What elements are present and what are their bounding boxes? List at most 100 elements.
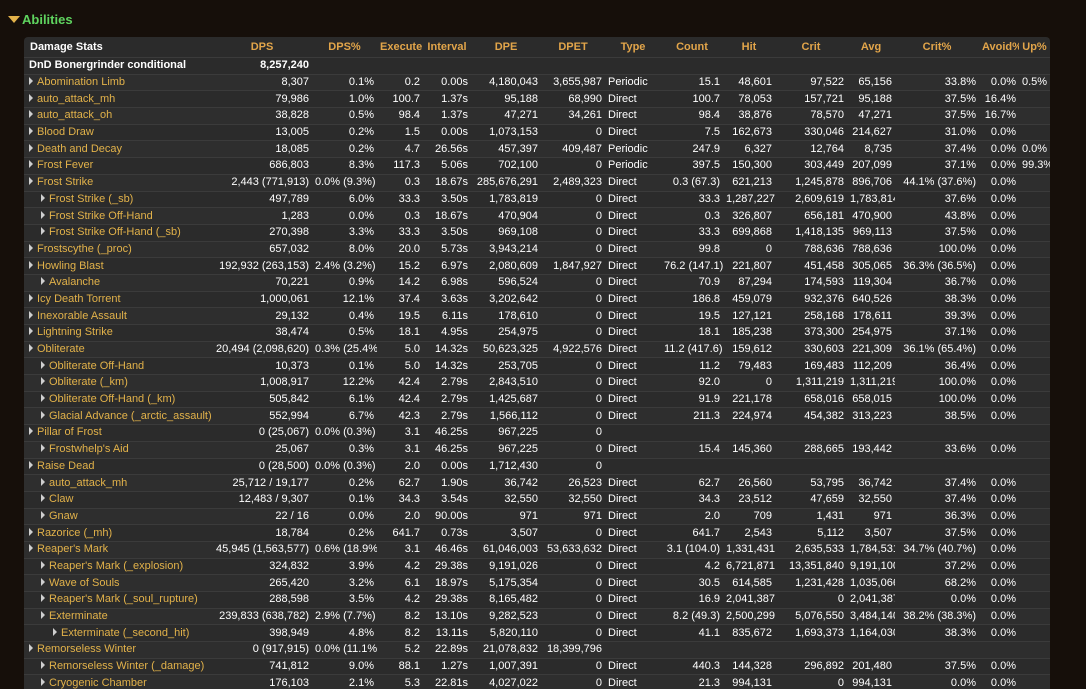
abilities-section-toggle[interactable]: Abilities: [8, 10, 73, 28]
expand-arrow-icon[interactable]: [29, 427, 33, 436]
ability-name-cell[interactable]: Exterminate (_second_hit): [24, 624, 212, 642]
column-header[interactable]: Avg: [847, 37, 895, 58]
ability-name-cell[interactable]: Claw: [24, 490, 212, 509]
table-row[interactable]: Exterminate (_second_hit) 398,949 4.8% 8.2 1…: [24, 624, 1050, 642]
ability-name-cell[interactable]: Frost Strike Off-Hand (_sb): [24, 223, 212, 242]
table-row[interactable]: Raise Dead 0 (28,500) 0.0% (0.3%) 2.0 0.00s 1…: [24, 457, 1050, 475]
ability-name-cell[interactable]: Obliterate: [24, 340, 212, 358]
expand-arrow-icon[interactable]: [41, 494, 45, 503]
table-row[interactable]: Exterminate 239,833 (638,782) 2.9% (7.7%) 8…: [24, 607, 1050, 625]
column-header[interactable]: Interval: [423, 37, 471, 58]
ability-name-cell[interactable]: Glacial Advance (_arctic_assault): [24, 407, 212, 425]
ability-name-cell[interactable]: Obliterate (_km): [24, 374, 212, 392]
expand-arrow-icon[interactable]: [29, 93, 33, 102]
expand-arrow-icon[interactable]: [29, 143, 33, 152]
expand-arrow-icon[interactable]: [29, 344, 33, 353]
table-row[interactable]: Obliterate 20,494 (2,098,620) 0.3% (25.4%)…: [24, 340, 1050, 358]
column-header[interactable]: Up%: [1019, 37, 1050, 58]
table-row[interactable]: Lightning Strike 38,474 0.5% 18.1 4.95s 254,9…: [24, 324, 1050, 342]
expand-arrow-icon[interactable]: [29, 127, 33, 136]
expand-arrow-icon[interactable]: [41, 477, 45, 486]
ability-name-cell[interactable]: auto_attack_mh: [24, 90, 212, 108]
column-header[interactable]: Crit%: [895, 37, 979, 58]
table-row[interactable]: Frost Strike 2,443 (771,913) 0.0% (9.3%) 0.…: [24, 173, 1050, 191]
ability-name-cell[interactable]: Remorseless Winter: [24, 641, 212, 659]
ability-name-cell[interactable]: Reaper's Mark (_explosion): [24, 557, 212, 575]
expand-arrow-icon[interactable]: [29, 527, 33, 536]
expand-arrow-icon[interactable]: [41, 394, 45, 403]
table-row[interactable]: Obliterate (_km) 1,008,917 12.2% 42.4 2.79s 2…: [24, 374, 1050, 392]
table-row[interactable]: auto_attack_mh 79,986 1.0% 100.7 1.37s 95,188…: [24, 90, 1050, 108]
ability-name-cell[interactable]: Abomination Limb: [24, 73, 212, 91]
column-header[interactable]: Damage Stats: [24, 37, 212, 58]
ability-name-cell[interactable]: Frostwhelp's Aid: [24, 440, 212, 458]
table-row[interactable]: Inexorable Assault 29,132 0.4% 19.5 6.11s 178…: [24, 307, 1050, 325]
table-row[interactable]: Remorseless Winter 0 (917,915) 0.0% (11.1%…: [24, 641, 1050, 659]
expand-arrow-icon[interactable]: [29, 544, 33, 553]
table-row[interactable]: Remorseless Winter (_damage) 741,812 9.0% 8…: [24, 657, 1050, 675]
column-header[interactable]: Count: [661, 37, 723, 58]
ability-name-cell[interactable]: Wave of Souls: [24, 574, 212, 592]
column-header[interactable]: Execute: [377, 37, 423, 58]
ability-name-cell[interactable]: Obliterate Off-Hand (_km): [24, 390, 212, 408]
ability-name-cell[interactable]: Obliterate Off-Hand: [24, 357, 212, 375]
expand-arrow-icon[interactable]: [29, 177, 33, 186]
table-row[interactable]: Frostwhelp's Aid 25,067 0.3% 3.1 46.25s 967,2…: [24, 440, 1050, 458]
table-row[interactable]: Razorice (_mh) 18,784 0.2% 641.7 0.73s 3,507 0…: [24, 524, 1050, 542]
expand-arrow-icon[interactable]: [41, 193, 45, 202]
table-row[interactable]: Gnaw 22 / 16 0.0% 2.0 90.00s 971 971 Direct 2.0 7…: [24, 507, 1050, 525]
ability-name-cell[interactable]: Inexorable Assault: [24, 307, 212, 325]
ability-name-cell[interactable]: Razorice (_mh): [24, 524, 212, 542]
table-row[interactable]: Icy Death Torrent 1,000,061 12.1% 37.4 3.63s…: [24, 290, 1050, 308]
column-header[interactable]: Avoid%: [979, 37, 1019, 58]
column-header[interactable]: DPE: [471, 37, 541, 58]
column-header[interactable]: DPS: [212, 37, 312, 58]
expand-arrow-icon[interactable]: [41, 210, 45, 219]
expand-arrow-icon[interactable]: [41, 227, 45, 236]
ability-name-cell[interactable]: Gnaw: [24, 507, 212, 525]
expand-arrow-icon[interactable]: [29, 160, 33, 169]
table-row[interactable]: auto_attack_mh 25,712 / 19,177 0.2% 62.7 1.9…: [24, 474, 1050, 492]
table-row[interactable]: Glacial Advance (_arctic_assault) 552,994…: [24, 407, 1050, 425]
table-row[interactable]: Reaper's Mark (_explosion) 324,832 3.9% 4.2…: [24, 557, 1050, 575]
table-row[interactable]: Reaper's Mark 45,945 (1,563,577) 0.6% (18.…: [24, 540, 1050, 559]
column-header[interactable]: Type: [605, 37, 661, 58]
expand-arrow-icon[interactable]: [29, 644, 33, 653]
ability-name-cell[interactable]: Raise Dead: [24, 457, 212, 475]
table-row[interactable]: Frost Strike Off-Hand (_sb) 270,398 3.3% 33…: [24, 223, 1050, 242]
ability-name-cell[interactable]: Avalanche: [24, 273, 212, 292]
ability-name-cell[interactable]: auto_attack_mh: [24, 474, 212, 492]
ability-name-cell[interactable]: Howling Blast: [24, 257, 212, 275]
expand-arrow-icon[interactable]: [41, 594, 45, 603]
ability-name-cell[interactable]: Remorseless Winter (_damage): [24, 657, 212, 675]
ability-name-cell[interactable]: Frost Strike Off-Hand: [24, 207, 212, 225]
table-row[interactable]: Cryogenic Chamber 176,103 2.1% 5.3 22.81s 4,0…: [24, 674, 1050, 689]
column-header[interactable]: Hit: [723, 37, 775, 58]
expand-arrow-icon[interactable]: [41, 510, 45, 519]
expand-arrow-icon[interactable]: [41, 661, 45, 670]
ability-name-cell[interactable]: Exterminate: [24, 607, 212, 625]
expand-arrow-icon[interactable]: [29, 293, 33, 302]
ability-name-cell[interactable]: Blood Draw: [24, 123, 212, 141]
ability-name-cell[interactable]: Pillar of Frost: [24, 424, 212, 442]
expand-arrow-icon[interactable]: [53, 627, 57, 636]
table-row[interactable]: Avalanche 70,221 0.9% 14.2 6.98s 596,524 0 Dire…: [24, 273, 1050, 292]
expand-arrow-icon[interactable]: [41, 611, 45, 620]
ability-name-cell[interactable]: Frost Strike: [24, 173, 212, 191]
expand-arrow-icon[interactable]: [41, 277, 45, 286]
ability-name-cell[interactable]: Frost Fever: [24, 157, 212, 175]
ability-name-cell[interactable]: Lightning Strike: [24, 324, 212, 342]
table-row[interactable]: Pillar of Frost 0 (25,067) 0.0% (0.3%) 3.1 4…: [24, 424, 1050, 442]
ability-name-cell[interactable]: Frostscythe (_proc): [24, 240, 212, 258]
table-row[interactable]: auto_attack_oh 38,828 0.5% 98.4 1.37s 47,271 3…: [24, 107, 1050, 125]
table-row[interactable]: Howling Blast 192,932 (263,153) 2.4% (3.2%…: [24, 257, 1050, 275]
ability-name-cell[interactable]: Death and Decay: [24, 140, 212, 158]
table-row[interactable]: Reaper's Mark (_soul_rupture) 288,598 3.5%…: [24, 591, 1050, 609]
expand-arrow-icon[interactable]: [41, 577, 45, 586]
table-row[interactable]: Frost Strike Off-Hand 1,283 0.0% 0.3 18.67s 4…: [24, 207, 1050, 225]
table-row[interactable]: Death and Decay 18,085 0.2% 4.7 26.56s 457,39…: [24, 140, 1050, 158]
expand-arrow-icon[interactable]: [29, 460, 33, 469]
expand-arrow-icon[interactable]: [29, 243, 33, 252]
expand-arrow-icon[interactable]: [41, 444, 45, 453]
expand-arrow-icon[interactable]: [41, 360, 45, 369]
